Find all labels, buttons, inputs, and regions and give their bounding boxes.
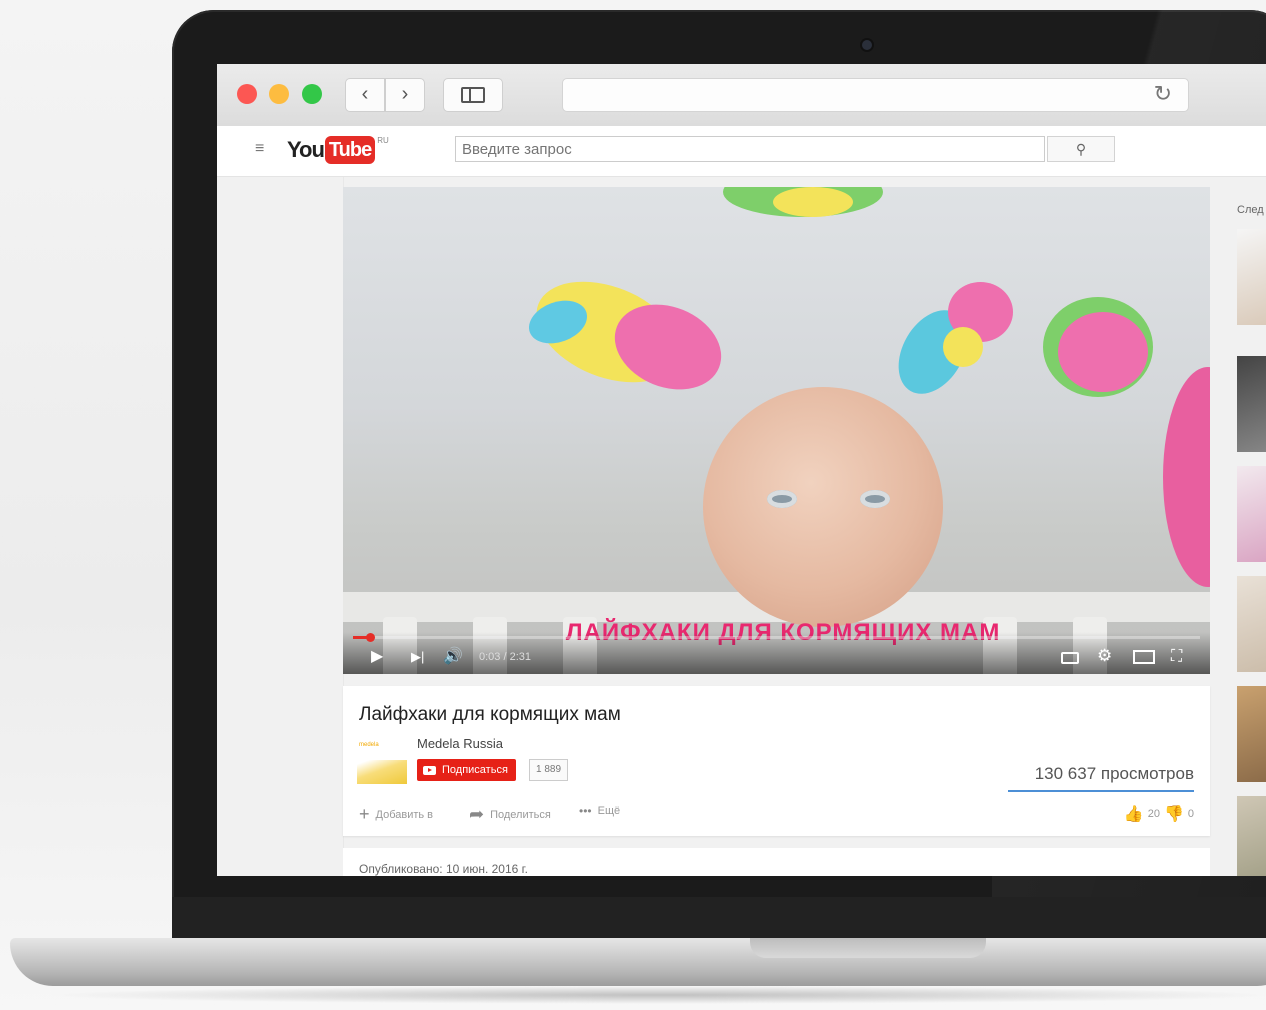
related-video-thumbnail[interactable] <box>1237 796 1266 876</box>
guide-menu-icon[interactable]: ≡ <box>255 140 264 158</box>
share-label: Поделиться <box>490 808 551 821</box>
captions-icon[interactable] <box>1061 652 1079 664</box>
play-icon[interactable]: ▶ <box>371 646 383 666</box>
channel-logo-text: medela <box>359 742 379 748</box>
forward-button[interactable]: › <box>385 78 425 112</box>
address-bar[interactable]: ↻ <box>562 78 1189 112</box>
maximize-window-button[interactable] <box>302 84 322 104</box>
share-button[interactable]: ➦ Поделиться <box>469 804 551 825</box>
toy-flower-center <box>1058 312 1148 392</box>
next-icon[interactable]: ▶| <box>411 649 424 665</box>
up-next-label: След <box>1237 204 1264 216</box>
like-count: 20 <box>1147 808 1160 820</box>
channel-name[interactable]: Medela Russia <box>417 736 503 751</box>
search-icon: ⚲ <box>1075 141 1087 157</box>
video-info-card: Лайфхаки для кормящих мам medela Medela … <box>343 686 1210 836</box>
logo-tube-text: Tube <box>324 136 376 164</box>
theater-icon[interactable] <box>1133 650 1155 664</box>
search-button[interactable]: ⚲ <box>1047 136 1115 162</box>
dislike-count: 0 <box>1187 808 1194 820</box>
progress-scrubber[interactable] <box>365 633 375 642</box>
view-count: 130 637 просмотров <box>1034 764 1194 783</box>
dislike-button[interactable]: 👎 0 <box>1164 804 1194 824</box>
back-icon: ‹ <box>361 83 369 105</box>
toy-bird-belly <box>943 327 983 367</box>
share-icon: ➦ <box>469 804 485 824</box>
left-gutter <box>217 177 344 876</box>
sidebar-toggle-button[interactable] <box>443 78 503 112</box>
related-video-thumbnail[interactable] <box>1237 576 1266 672</box>
fullscreen-icon[interactable]: ⛶ <box>1171 648 1182 666</box>
reload-icon[interactable]: ↻ <box>1154 81 1172 107</box>
minimize-window-button[interactable] <box>269 84 289 104</box>
time-display: 0:03 / 2:31 <box>479 651 531 663</box>
thumbs-down-icon: 👎 <box>1163 806 1184 823</box>
related-video-thumbnail[interactable] <box>1237 356 1266 452</box>
thumbs-up-icon: 👍 <box>1123 806 1144 823</box>
search-input[interactable] <box>455 136 1045 162</box>
subscriber-count: 1 889 <box>529 759 569 781</box>
baby-eye <box>860 490 890 508</box>
youtube-play-icon <box>423 765 436 775</box>
sidebar-icon <box>461 87 485 103</box>
forward-icon: › <box>401 83 409 105</box>
laptop-notch <box>750 938 986 958</box>
description-card: Опубликовано: 10 июн. 2016 г. <box>343 848 1210 876</box>
related-video-thumbnail[interactable] <box>1237 686 1266 782</box>
youtube-logo[interactable]: You Tube RU <box>287 136 389 164</box>
related-video-thumbnail[interactable] <box>1237 229 1266 325</box>
baby-eye <box>767 490 797 508</box>
settings-icon[interactable]: ⚙ <box>1097 646 1112 666</box>
like-ratio-bar <box>1008 790 1194 792</box>
subscribe-label: Подписаться <box>442 764 508 776</box>
channel-logo[interactable]: medela <box>359 742 379 748</box>
logo-you-text: You <box>287 137 325 162</box>
baby-head <box>703 387 943 627</box>
plus-icon: + <box>359 804 370 824</box>
video-title: Лайфхаки для кормящих мам <box>359 704 621 725</box>
published-date: Опубликовано: 10 июн. 2016 г. <box>359 862 528 876</box>
add-to-label: Добавить в <box>375 808 434 821</box>
base-shadow <box>40 986 1266 1004</box>
toy-edge <box>1163 367 1210 587</box>
close-window-button[interactable] <box>237 84 257 104</box>
add-to-button[interactable]: + Добавить в <box>359 804 433 825</box>
screen: ‹ › ↻ ≡ You Tube RU ⚲ <box>217 64 1266 876</box>
player-controls: ▶ ▶| 🔊 0:03 / 2:31 ⚙ ⛶ <box>343 632 1210 674</box>
subscribe-button[interactable]: Подписаться <box>417 759 516 781</box>
camera-icon <box>862 40 872 50</box>
channel-avatar[interactable] <box>357 760 407 784</box>
related-video-thumbnail[interactable] <box>1237 466 1266 562</box>
volume-icon[interactable]: 🔊 <box>443 646 463 666</box>
browser-toolbar: ‹ › ↻ <box>217 64 1266 127</box>
more-icon: ••• <box>579 804 592 818</box>
more-button[interactable]: ••• Ещё <box>579 804 620 818</box>
more-label: Ещё <box>597 805 621 817</box>
logo-region: RU <box>377 136 389 145</box>
like-button[interactable]: 👍 20 <box>1124 804 1160 824</box>
toy-top-center <box>773 187 853 217</box>
laptop-base <box>10 938 1266 986</box>
video-player[interactable]: ЛАЙФХАКИ ДЛЯ КОРМЯЩИХ МАМ ▶ ▶| 🔊 0:03 / … <box>343 187 1210 674</box>
back-button[interactable]: ‹ <box>345 78 385 112</box>
progress-bar[interactable] <box>353 633 1200 642</box>
